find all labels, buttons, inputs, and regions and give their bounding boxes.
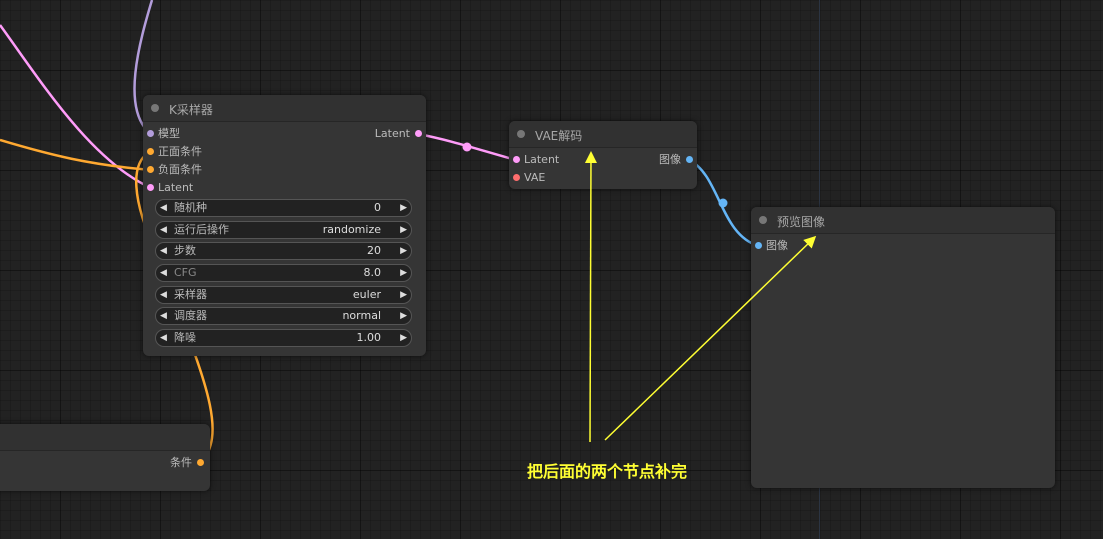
annotation-arrow-preview xyxy=(604,235,817,441)
annotation-arrow-vae xyxy=(584,151,597,443)
annotation-text: 把后面的两个节点补完 xyxy=(527,462,688,481)
node-graph-canvas[interactable]: 条件 K采样器 模型 正面条件 负面条件 Latent Latent ◀ 随机种… xyxy=(0,0,1103,539)
